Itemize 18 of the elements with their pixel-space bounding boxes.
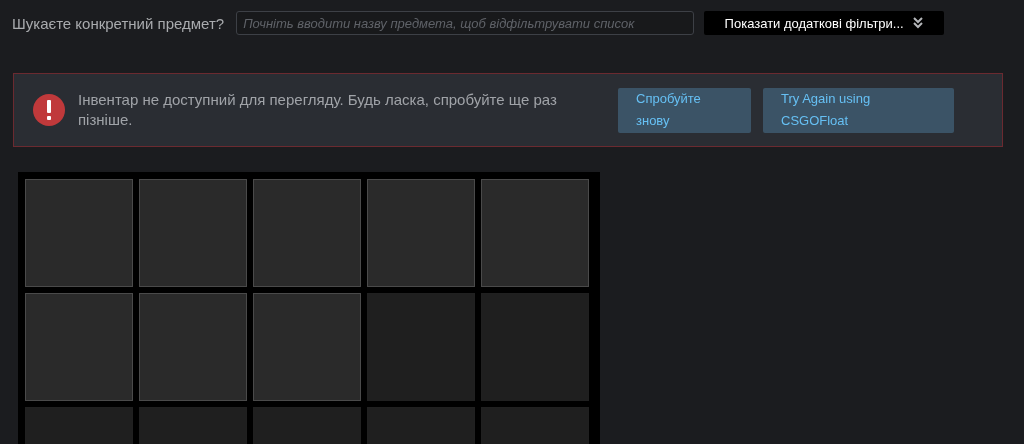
inventory-slot[interactable] bbox=[367, 293, 475, 401]
inventory-slot[interactable] bbox=[481, 293, 589, 401]
inventory-slot[interactable] bbox=[367, 179, 475, 287]
search-prompt-label: Шукаєте конкретний предмет? bbox=[12, 14, 225, 32]
search-field[interactable]: Почніть вводити назву предмета, щоб відфільтрувати список bbox=[236, 11, 695, 35]
inventory-slot[interactable] bbox=[481, 179, 589, 287]
double-chevron-icon bbox=[911, 17, 924, 29]
error-message: Інвентар не доступний для перегляду. Будь ласка, спробуйте ще раз пізніше. bbox=[78, 90, 558, 130]
inventory-slot[interactable] bbox=[253, 293, 361, 401]
inventory-slot[interactable] bbox=[139, 179, 247, 287]
retry-button[interactable]: Try Again using CSGOFloat bbox=[763, 87, 954, 133]
retry-button[interactable]: Спробуйте знову bbox=[618, 87, 751, 133]
more-filters-button[interactable]: Показати додаткові фільтри... bbox=[704, 11, 945, 35]
inventory-slot[interactable] bbox=[139, 293, 247, 401]
exclamation-icon bbox=[32, 93, 66, 127]
inventory-slot[interactable] bbox=[25, 179, 133, 287]
inventory-slot[interactable] bbox=[253, 179, 361, 287]
inventory-slot[interactable] bbox=[25, 293, 133, 401]
